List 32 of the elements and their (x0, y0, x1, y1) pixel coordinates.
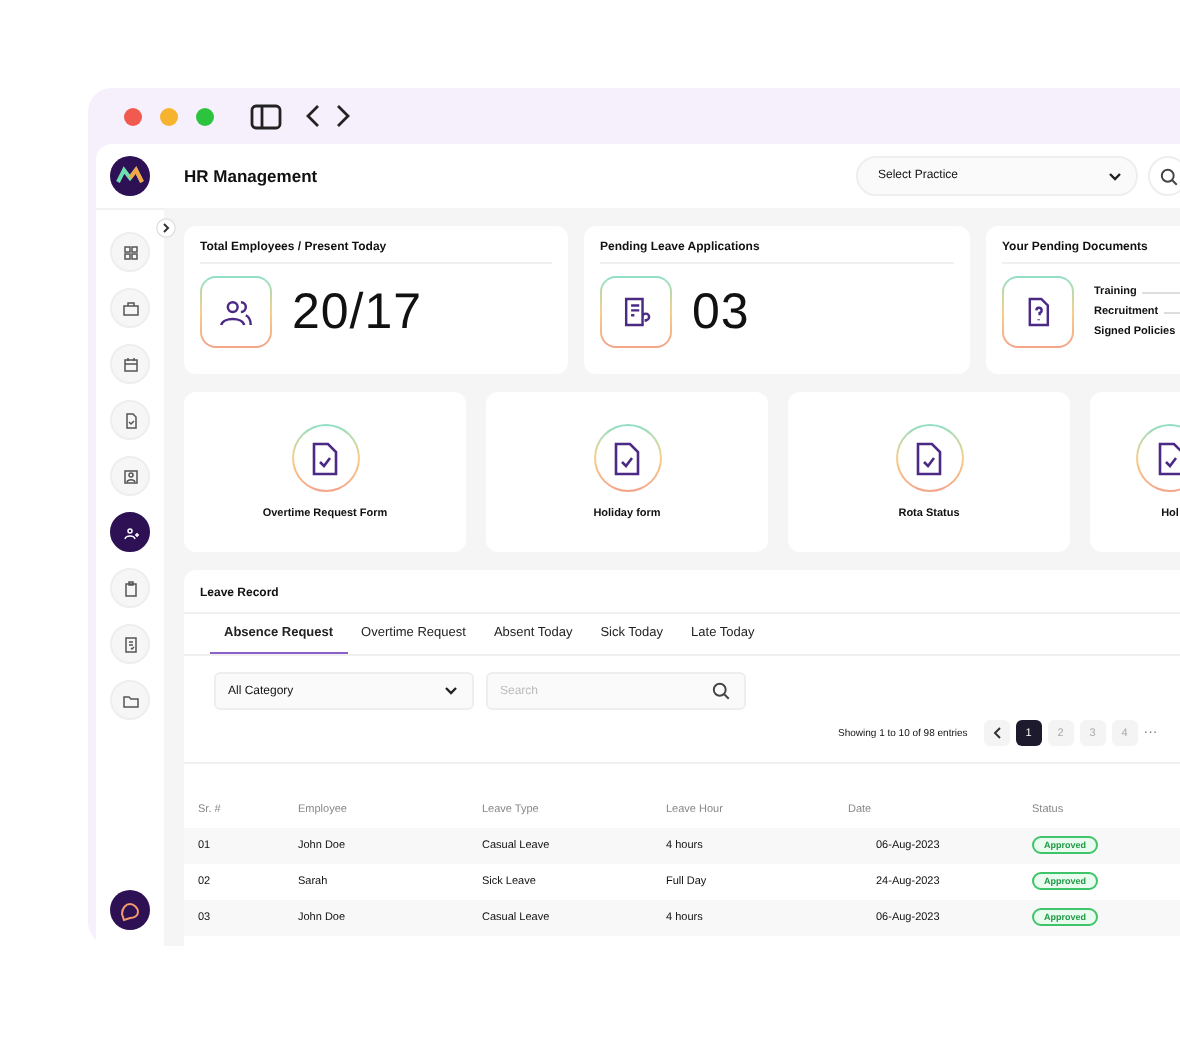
minimize-dot-icon[interactable] (160, 107, 178, 125)
chevron-down-icon (444, 686, 458, 696)
search-icon (712, 682, 730, 700)
grid-icon (119, 241, 141, 263)
chat-bubble-icon[interactable] (110, 890, 150, 930)
stat-icon-box (1002, 276, 1074, 348)
id-card-icon (119, 465, 141, 487)
document-check-icon (593, 424, 661, 492)
stat-icon-box (600, 276, 672, 348)
page-title: HR Management (184, 166, 320, 186)
zoom-dot-icon[interactable] (196, 107, 214, 125)
forward-icon[interactable] (334, 104, 350, 128)
sidebar-toggle-icon[interactable] (250, 103, 282, 129)
close-dot-icon[interactable] (124, 107, 142, 125)
stat-icon-box (200, 276, 272, 348)
document-check-icon (895, 424, 963, 492)
stat-value: 03 (692, 283, 750, 341)
sidebar-item[interactable] (110, 512, 150, 552)
stat-value: 20/17 (292, 283, 423, 341)
back-icon[interactable] (306, 104, 322, 128)
checklist-icon (119, 633, 141, 655)
clipboard-icon (119, 577, 141, 599)
search-icon (1159, 167, 1177, 185)
document-check-icon (291, 424, 359, 492)
previous-page-button[interactable] (983, 720, 1010, 746)
logo-icon (110, 156, 150, 196)
chevron-down-icon (1108, 171, 1122, 181)
chevron-left-icon (991, 726, 1002, 740)
expand-sidebar-icon[interactable] (156, 218, 176, 238)
calendar-icon (119, 353, 141, 375)
briefcase-icon (119, 297, 141, 319)
search-button[interactable] (1148, 156, 1180, 196)
